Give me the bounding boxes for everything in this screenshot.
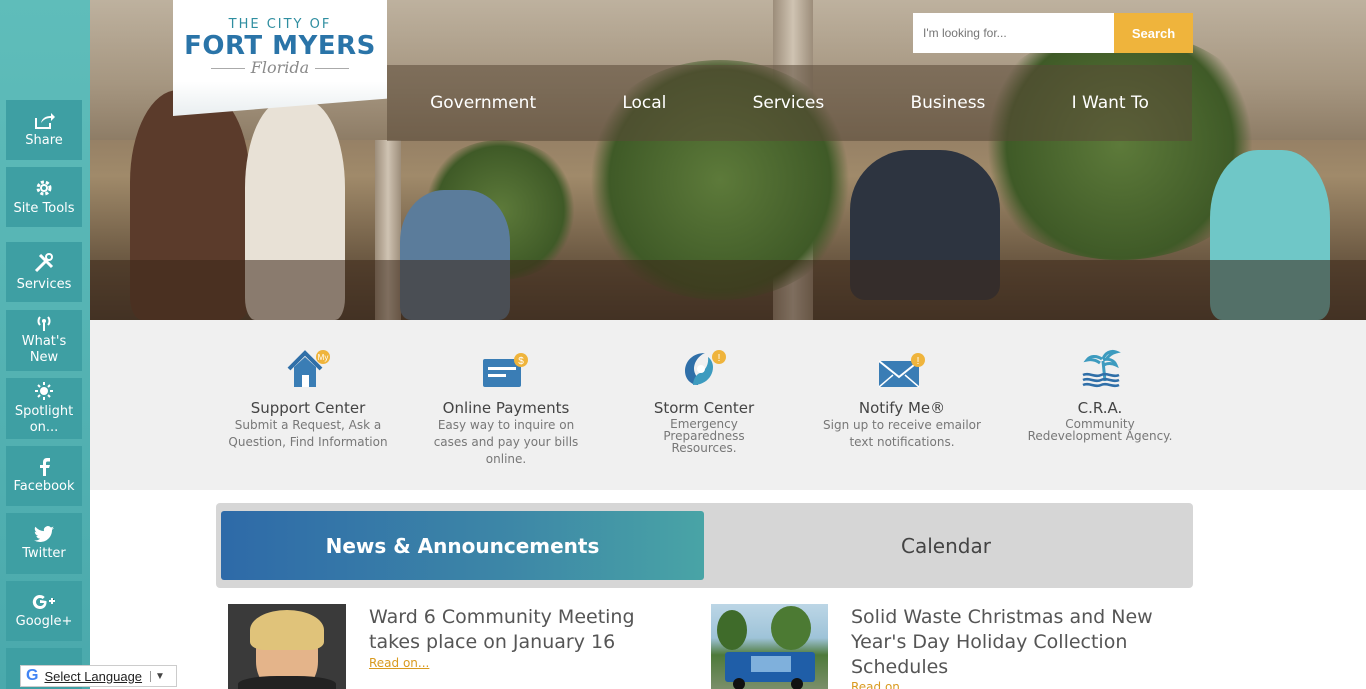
language-selector[interactable]: G Select Language ▼: [20, 665, 177, 687]
logo-line-2: FORT MYERS: [184, 31, 376, 61]
read-on-link-1[interactable]: Read on...: [369, 656, 429, 670]
sidebar-item-label: Google+: [15, 613, 73, 629]
nav-services[interactable]: Services: [753, 93, 825, 113]
quick-link-desc: Emergency Preparedness Resources.: [663, 417, 745, 455]
envelope-icon: !: [879, 353, 925, 388]
nav-local[interactable]: Local: [622, 93, 666, 113]
quick-link-cra[interactable]: C.R.A. Community Redevelopment Agency.: [1010, 345, 1190, 442]
gear-icon: [36, 180, 52, 195]
news-thumbnail-garbage-truck[interactable]: [711, 604, 828, 689]
sidebar-item-facebook[interactable]: Facebook: [6, 446, 82, 506]
news-thumbnail-portrait[interactable]: [228, 604, 346, 689]
share-icon: [35, 112, 55, 129]
news-title-2[interactable]: Solid Waste Christmas and New Year's Day…: [851, 605, 1161, 680]
news-title-1[interactable]: Ward 6 Community Meeting takes place on …: [369, 605, 689, 655]
sun-icon: [35, 382, 53, 400]
quick-link-desc: Easy way to inquire on cases and pay you…: [433, 418, 579, 466]
sidebar-item-label: Services: [16, 276, 72, 292]
sidebar-item-label: Facebook: [13, 478, 75, 494]
quick-link-desc: Sign up to receive emailor text notifica…: [823, 418, 981, 449]
hurricane-icon: !: [685, 350, 726, 385]
broadcast-icon: [37, 316, 51, 331]
quick-links: My Support Center Submit a Request, Ask …: [90, 320, 1366, 490]
sidebar-item-site-tools[interactable]: Site Tools: [6, 167, 82, 227]
sidebar: Share Site Tools Services What's New Spo…: [0, 0, 90, 689]
nav-business[interactable]: Business: [910, 93, 985, 113]
main-nav: Government Local Services Business I Wan…: [387, 65, 1192, 141]
palm-tree-icon: [1082, 349, 1121, 388]
quick-link-title: Support Center: [250, 399, 366, 417]
sidebar-item-share[interactable]: Share: [6, 100, 82, 160]
sidebar-item-whats-new[interactable]: What's New: [6, 310, 82, 371]
chevron-down-icon: ▼: [150, 670, 165, 682]
svg-text:My: My: [318, 353, 329, 362]
search-input[interactable]: [913, 13, 1114, 53]
sidebar-item-label: Twitter: [22, 545, 66, 561]
search-button[interactable]: Search: [1114, 13, 1193, 53]
house-icon: My: [287, 350, 330, 387]
hero-table: [90, 260, 1366, 320]
twitter-icon: [34, 525, 54, 542]
google-plus-icon: [32, 594, 55, 609]
sidebar-item-spotlight[interactable]: Spotlight on...: [6, 378, 82, 439]
google-logo-icon: G: [26, 667, 39, 684]
tools-icon: [34, 252, 54, 272]
quick-link-title: Online Payments: [442, 399, 570, 417]
quick-link-notify-me[interactable]: ! Notify Me® Sign up to receive emailor …: [812, 345, 992, 451]
news-calendar-tabs: News & Announcements Calendar: [216, 503, 1193, 588]
read-on-link-2[interactable]: Read on...: [851, 680, 911, 689]
quick-link-desc: Submit a Request, Ask a Question, Find I…: [228, 418, 388, 449]
logo-line-3: Florida: [173, 58, 387, 77]
sidebar-item-label: Share: [25, 132, 63, 148]
svg-text:!: !: [718, 353, 721, 364]
sidebar-item-google-plus[interactable]: Google+: [6, 581, 82, 641]
nav-government[interactable]: Government: [430, 93, 536, 113]
quick-link-storm-center[interactable]: ! Storm Center Emergency Preparedness Re…: [614, 345, 794, 454]
logo-line-1: THE CITY OF: [228, 17, 332, 32]
svg-text:$: $: [518, 356, 524, 367]
nav-i-want-to[interactable]: I Want To: [1072, 93, 1149, 113]
quick-link-support-center[interactable]: My Support Center Submit a Request, Ask …: [218, 345, 398, 451]
quick-link-title: Notify Me®: [858, 399, 946, 417]
tab-news-announcements[interactable]: News & Announcements: [221, 511, 704, 580]
sidebar-item-label: Site Tools: [13, 200, 75, 216]
svg-text:!: !: [917, 356, 920, 367]
quick-link-online-payments[interactable]: $ Online Payments Easy way to inquire on…: [416, 345, 596, 468]
quick-link-title: Storm Center: [653, 399, 755, 417]
tab-calendar[interactable]: Calendar: [704, 511, 1188, 580]
quick-link-desc: Community Redevelopment Agency.: [1027, 417, 1173, 443]
payment-card-icon: $: [483, 353, 528, 387]
facebook-icon: [40, 457, 50, 476]
sidebar-item-label: What's New: [21, 334, 67, 365]
sidebar-item-label: Spotlight on...: [14, 404, 74, 435]
sidebar-item-services[interactable]: Services: [6, 242, 82, 302]
quick-link-title: C.R.A.: [1077, 399, 1123, 417]
sidebar-item-twitter[interactable]: Twitter: [6, 513, 82, 574]
city-logo[interactable]: THE CITY OF FORT MYERS Florida: [173, 0, 387, 116]
language-label: Select Language: [44, 668, 143, 684]
